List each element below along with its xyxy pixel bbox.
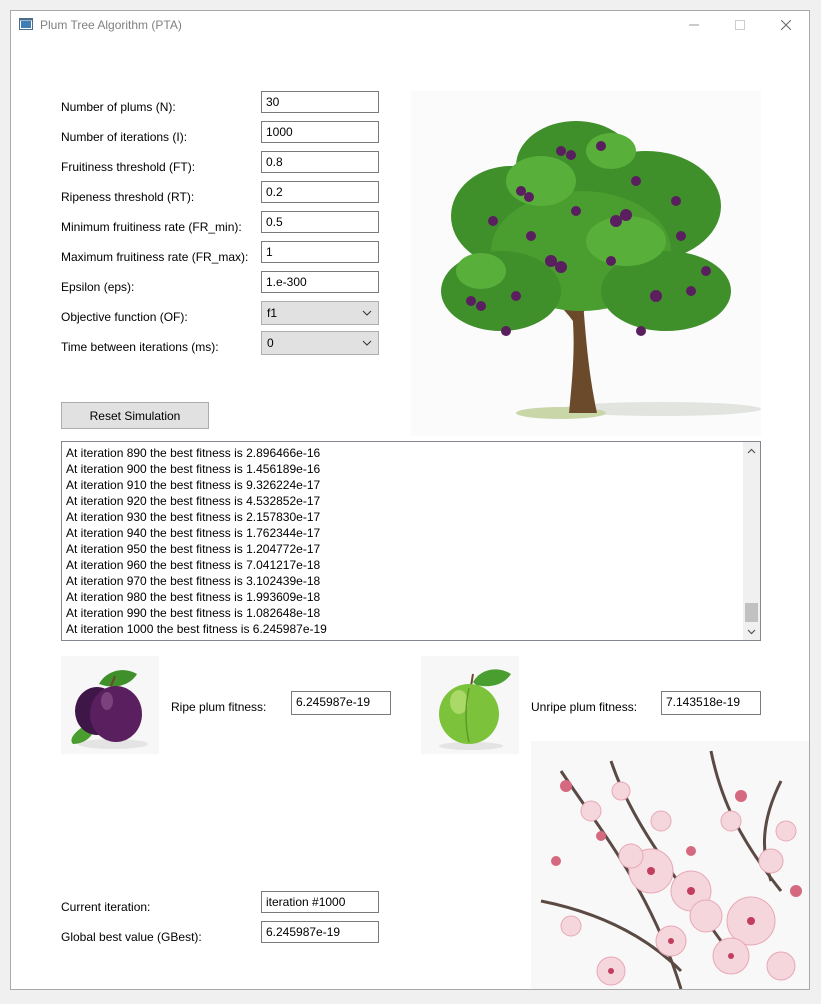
- log-line: At iteration 970 the best fitness is 3.1…: [66, 574, 321, 588]
- plum-tree-image: [411, 91, 761, 436]
- unripe-fitness-label: Unripe plum fitness:: [531, 700, 638, 714]
- log-line: At iteration 910 the best fitness is 9.3…: [66, 478, 321, 492]
- epsilon-input[interactable]: 1.e-300: [261, 271, 379, 293]
- unripe-fitness-input[interactable]: 7.143518e-19: [661, 691, 761, 715]
- log-line: At iteration 930 the best fitness is 2.1…: [66, 510, 321, 524]
- chevron-down-icon: [362, 340, 372, 346]
- window-title: Plum Tree Algorithm (PTA): [40, 18, 182, 32]
- close-icon: [781, 20, 791, 30]
- log-line: At iteration 940 the best fitness is 1.7…: [66, 526, 321, 540]
- log-scrollbar[interactable]: [743, 442, 760, 640]
- log-line: At iteration 900 the best fitness is 1.4…: [66, 462, 321, 476]
- gbest-label: Global best value (GBest):: [61, 930, 202, 944]
- scroll-thumb[interactable]: [745, 603, 758, 622]
- objective-function-value: f1: [267, 306, 278, 320]
- fr-min-input[interactable]: 0.5: [261, 211, 379, 233]
- num-iterations-input[interactable]: 1000: [261, 121, 379, 143]
- time-between-value: 0: [267, 336, 274, 350]
- num-plums-input[interactable]: 30: [261, 91, 379, 113]
- iteration-log[interactable]: At iteration 890 the best fitness is 2.8…: [61, 441, 761, 641]
- minimize-icon: [689, 24, 699, 26]
- log-line: At iteration 960 the best fitness is 7.0…: [66, 558, 321, 572]
- log-line: At iteration 890 the best fitness is 2.8…: [66, 446, 321, 460]
- main-window: Plum Tree Algorithm (PTA) Number of plum…: [10, 10, 810, 990]
- ripeness-threshold-label: Ripeness threshold (RT):: [61, 190, 195, 204]
- close-button[interactable]: [763, 11, 809, 39]
- scroll-down-button[interactable]: [743, 623, 760, 640]
- app-icon: [19, 18, 33, 30]
- log-list: At iteration 890 the best fitness is 2.8…: [66, 445, 740, 637]
- fr-max-label: Maximum fruitiness rate (FR_max):: [61, 250, 249, 264]
- ripe-plum-image: [61, 656, 159, 754]
- time-between-select[interactable]: 0: [261, 331, 379, 355]
- title-bar: Plum Tree Algorithm (PTA): [11, 11, 809, 39]
- log-line: At iteration 990 the best fitness is 1.0…: [66, 606, 321, 620]
- chevron-down-icon: [747, 629, 756, 634]
- objective-function-label: Objective function (OF):: [61, 310, 188, 324]
- fruitiness-threshold-label: Fruitiness threshold (FT):: [61, 160, 196, 174]
- unripe-plum-image: [421, 656, 519, 754]
- log-line: At iteration 920 the best fitness is 4.5…: [66, 494, 321, 508]
- log-line: At iteration 1000 the best fitness is 6.…: [66, 622, 327, 636]
- time-between-label: Time between iterations (ms):: [61, 340, 219, 354]
- chevron-down-icon: [362, 310, 372, 316]
- ripe-fitness-input[interactable]: 6.245987e-19: [291, 691, 391, 715]
- log-line: At iteration 950 the best fitness is 1.2…: [66, 542, 321, 556]
- current-iteration-label: Current iteration:: [61, 900, 151, 914]
- scroll-up-button[interactable]: [743, 442, 760, 459]
- ripeness-threshold-input[interactable]: 0.2: [261, 181, 379, 203]
- gbest-input[interactable]: 6.245987e-19: [261, 921, 379, 943]
- num-plums-label: Number of plums (N):: [61, 100, 176, 114]
- ripe-fitness-label: Ripe plum fitness:: [171, 700, 267, 714]
- objective-function-select[interactable]: f1: [261, 301, 379, 325]
- current-iteration-input[interactable]: iteration #1000: [261, 891, 379, 913]
- num-iterations-label: Number of iterations (I):: [61, 130, 188, 144]
- plum-blossom-image: [531, 741, 809, 989]
- minimize-button[interactable]: [671, 11, 717, 39]
- maximize-icon: [735, 20, 745, 30]
- fr-min-label: Minimum fruitiness rate (FR_min):: [61, 220, 242, 234]
- chevron-up-icon: [747, 448, 756, 453]
- fr-max-input[interactable]: 1: [261, 241, 379, 263]
- maximize-button[interactable]: [717, 11, 763, 39]
- reset-simulation-button[interactable]: Reset Simulation: [61, 402, 209, 429]
- log-line: At iteration 980 the best fitness is 1.9…: [66, 590, 321, 604]
- epsilon-label: Epsilon (eps):: [61, 280, 135, 294]
- fruitiness-threshold-input[interactable]: 0.8: [261, 151, 379, 173]
